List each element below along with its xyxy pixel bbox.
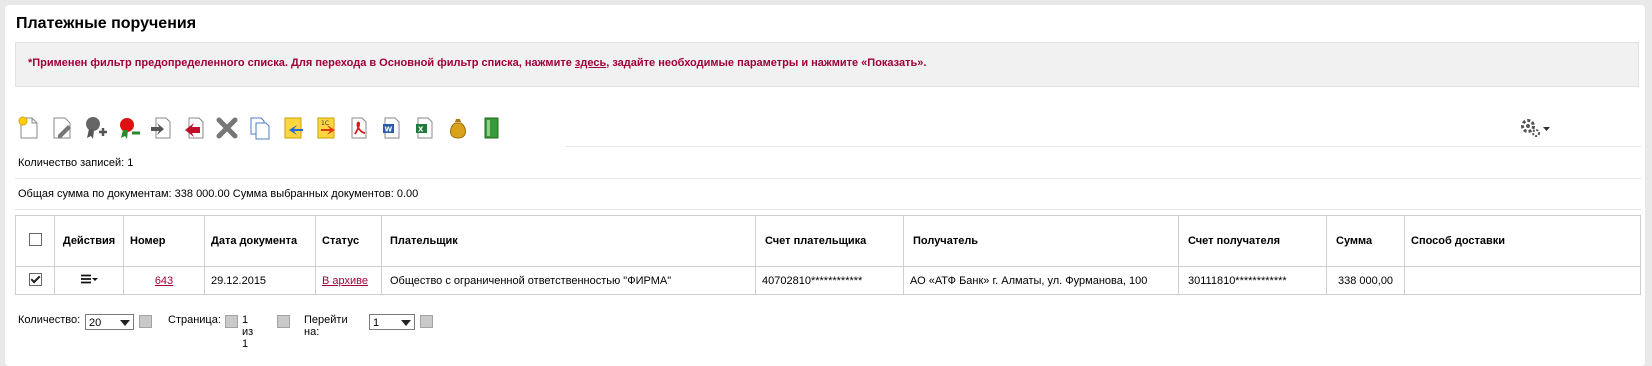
select-all-checkbox[interactable]: [28, 233, 42, 246]
page: Платежные поручения *Применен фильтр пре…: [5, 5, 1645, 366]
row-recipient-cell: АО «АТФ Банк» г. Алматы, ул. Фурманова, …: [903, 266, 1179, 295]
import-icon[interactable]: [280, 115, 306, 141]
next-page-icon[interactable]: [277, 315, 290, 328]
filter-notice-text: *Применен фильтр предопределенного списк…: [28, 57, 575, 69]
svg-text:W: W: [385, 126, 393, 134]
page-size-value: 20: [89, 317, 102, 329]
svg-text:X: X: [418, 126, 424, 134]
edit-document-icon[interactable]: [49, 115, 75, 141]
document-number-link[interactable]: 643: [155, 275, 173, 287]
row-actions-menu-icon[interactable]: [80, 274, 98, 287]
archive-icon[interactable]: [478, 115, 504, 141]
table-row[interactable]: 643 29.12.2015 В архиве Общество с огран…: [15, 266, 1641, 295]
row-delivery-cell: [1404, 266, 1641, 295]
row-recipient-account-cell: 30111810************: [1178, 266, 1327, 295]
column-header-payer[interactable]: Плательщик: [381, 215, 756, 267]
column-header-number[interactable]: Номер: [123, 215, 205, 267]
totals-summary: Общая сумма по документам: 338 000.00 Су…: [18, 188, 419, 200]
money-bag-icon[interactable]: [445, 115, 471, 141]
filter-notice-text-end: , задайте необходимые параметры и нажмит…: [606, 57, 927, 69]
filter-link[interactable]: здесь: [575, 57, 606, 69]
goto-page-value: 1: [373, 317, 380, 329]
word-icon[interactable]: W: [379, 115, 405, 141]
column-header-payer-account[interactable]: Счет плательщика: [755, 215, 904, 267]
documents-table: Действия Номер Дата документа Статус Пла…: [15, 215, 1641, 295]
status-link[interactable]: В архиве: [322, 275, 368, 287]
row-number-cell: 643: [123, 266, 205, 295]
copy-icon[interactable]: [247, 115, 273, 141]
pdf-icon[interactable]: [346, 115, 372, 141]
settings-gear-icon[interactable]: [1518, 117, 1552, 139]
svg-text:1C: 1C: [321, 120, 329, 127]
row-amount-cell: 338 000,00: [1326, 266, 1405, 295]
chevron-down-icon: [120, 320, 130, 326]
page-size-label: Количество:: [18, 314, 81, 326]
row-date-cell: 29.12.2015: [204, 266, 316, 295]
page-title: Платежные поручения: [16, 15, 197, 32]
record-count: Количество записей: 1: [18, 157, 134, 169]
page-info: 1 из 1: [242, 314, 254, 350]
goto-label: Перейти на:: [304, 314, 348, 338]
goto-button-icon[interactable]: [420, 315, 433, 328]
delete-icon[interactable]: [214, 115, 240, 141]
row-select-cell: [15, 266, 55, 295]
export-icon[interactable]: 1C: [313, 115, 339, 141]
refresh-icon[interactable]: [139, 315, 152, 328]
recall-icon[interactable]: [181, 115, 207, 141]
column-header-amount[interactable]: Сумма: [1326, 215, 1405, 267]
column-header-status[interactable]: Статус: [315, 215, 382, 267]
row-actions-cell: [54, 266, 124, 295]
page-label: Страница:: [168, 314, 221, 326]
prev-page-icon[interactable]: [225, 315, 238, 328]
row-checkbox[interactable]: [28, 272, 42, 286]
goto-page-select[interactable]: 1: [369, 314, 415, 330]
unsign-icon[interactable]: [115, 115, 141, 141]
select-all-header: [15, 215, 55, 267]
sign-icon[interactable]: [82, 115, 108, 141]
new-document-icon[interactable]: [16, 115, 42, 141]
excel-icon[interactable]: X: [412, 115, 438, 141]
divider: [15, 178, 1641, 179]
column-header-actions[interactable]: Действия: [54, 215, 124, 267]
column-header-date[interactable]: Дата документа: [204, 215, 316, 267]
column-header-recipient-account[interactable]: Счет получателя: [1178, 215, 1327, 267]
chevron-down-icon: [401, 320, 411, 326]
row-payer-account-cell: 40702810************: [755, 266, 904, 295]
divider: [565, 146, 1641, 147]
column-header-recipient[interactable]: Получатель: [903, 215, 1179, 267]
page-size-select[interactable]: 20: [85, 314, 134, 330]
send-icon[interactable]: [148, 115, 174, 141]
table-header-row: Действия Номер Дата документа Статус Пла…: [15, 215, 1641, 267]
column-header-delivery[interactable]: Способ доставки: [1404, 215, 1641, 267]
divider: [15, 209, 1641, 210]
row-status-cell: В архиве: [315, 266, 382, 295]
filter-notice: *Применен фильтр предопределенного списк…: [15, 42, 1639, 87]
row-payer-cell: Общество с ограниченной ответственностью…: [381, 266, 756, 295]
